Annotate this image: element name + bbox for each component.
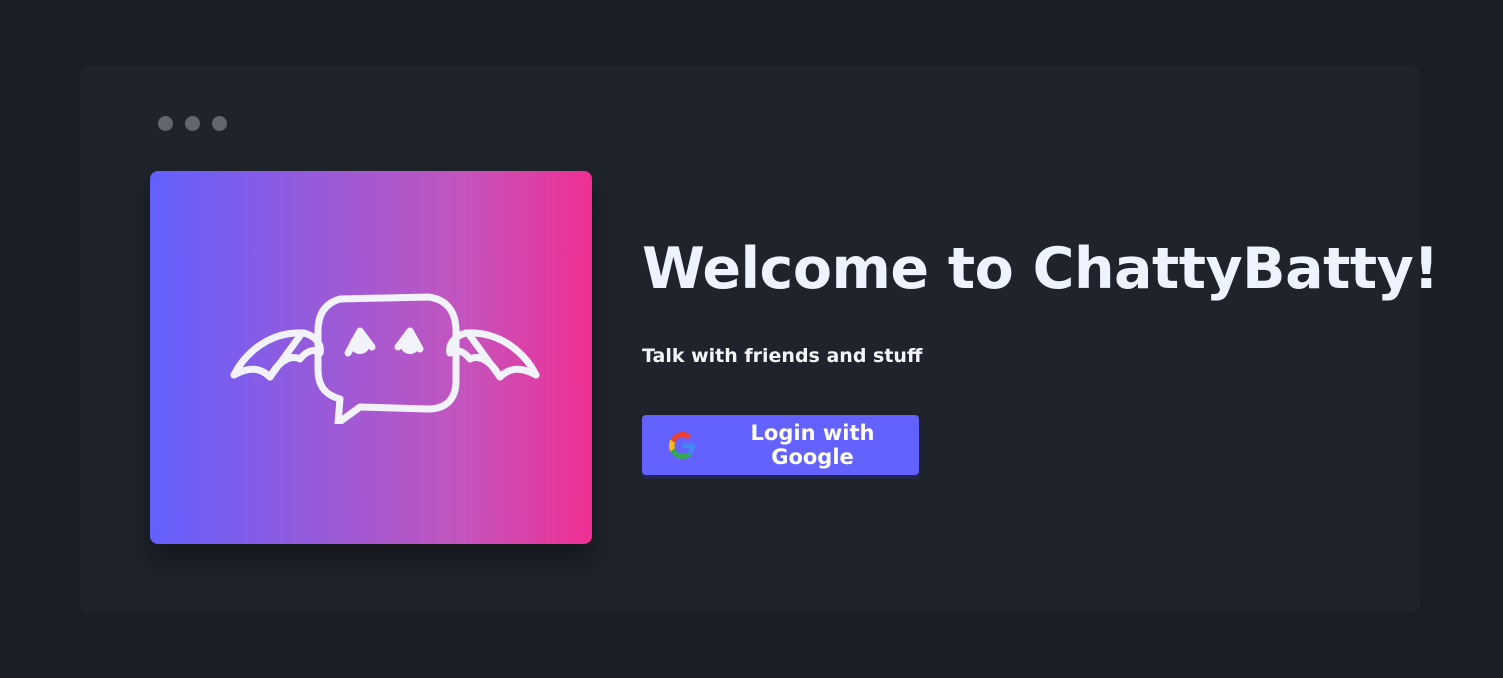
welcome-subtitle: Talk with friends and stuff — [642, 345, 923, 367]
login-card: Welcome to ChattyBatty! Talk with friend… — [80, 66, 1439, 613]
login-with-google-button[interactable]: Login with Google — [642, 415, 919, 475]
window-dot-2 — [185, 116, 200, 131]
welcome-title: Welcome to ChattyBatty! — [642, 236, 1439, 302]
login-button-label: Login with Google — [750, 421, 875, 469]
google-icon — [669, 431, 696, 459]
chattybatty-logo-icon — [230, 293, 540, 424]
window-dot-1 — [158, 116, 173, 131]
window-dots — [158, 116, 227, 131]
window-dot-3 — [212, 116, 227, 131]
hero-banner — [150, 171, 592, 544]
